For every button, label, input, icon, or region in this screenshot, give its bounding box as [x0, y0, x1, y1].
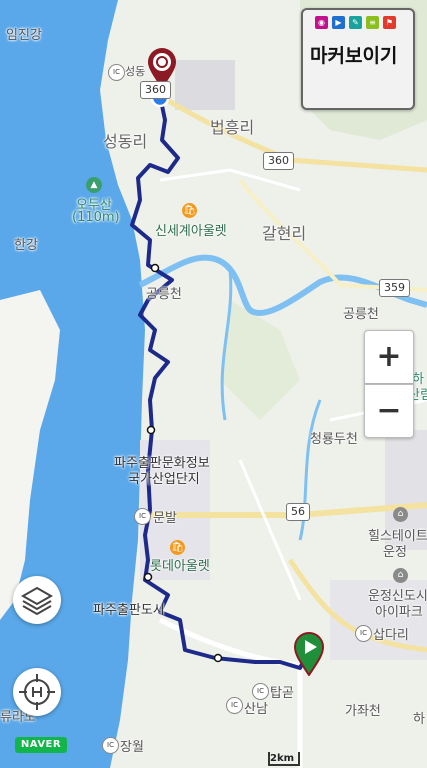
show-markers-label: 마커보이기 [310, 45, 398, 67]
label-gongneungcheon-1: 공릉천 [146, 287, 182, 302]
ic-sannam-icon: IC [226, 697, 243, 714]
label-ha-3: 하 [413, 712, 425, 727]
locate-button[interactable] [13, 668, 61, 716]
flag-marker-icon: ⚑ [383, 16, 396, 29]
label-gongneungcheon-2: 공릉천 [343, 307, 379, 322]
mountain-icon: ▲ [86, 177, 102, 193]
label-shinsegae: 신세계아울렛 [155, 224, 227, 239]
marker-toggle-panel[interactable]: ◉ ▶ ✎ ≡ ⚑ 마커보이기 [301, 8, 415, 110]
label-odusan-height: (110m) [72, 210, 120, 225]
camera-marker-icon: ◉ [315, 16, 328, 29]
label-galhyeonri: 갈현리 [262, 224, 307, 243]
label-beopheungri: 법흥리 [210, 118, 255, 137]
apartment-icon-1: ⌂ [393, 507, 408, 522]
shopping-poi-icon: 🛍 [182, 203, 197, 218]
lotte-poi-icon: 🛍 [170, 540, 185, 555]
road-shield-360b: 360 [263, 152, 294, 170]
note-marker-icon: ≡ [366, 16, 379, 29]
road-shield-360a: 360 [140, 81, 171, 99]
marker-type-icons: ◉ ▶ ✎ ≡ ⚑ [315, 16, 396, 29]
label-cheongryongducheon: 청룡두천 [310, 432, 358, 447]
label-paju-publishing: 파주출판도시 [93, 603, 165, 618]
label-imjingang: 임진강 [6, 28, 42, 43]
label-hangang: 한강 [14, 238, 38, 253]
label-seongdongri: 성동리 [103, 132, 148, 151]
zoom-in-button[interactable]: + [364, 330, 414, 384]
label-tapgol: 탑곧 [270, 686, 294, 701]
end-marker-icon[interactable] [293, 632, 325, 676]
layers-icon [20, 586, 54, 616]
layers-button[interactable] [13, 576, 61, 624]
map-canvas[interactable]: 임진강 IC 성동 성동리 법흥리 ▲ 오두산 (110m) 한강 🛍 신세계아… [0, 0, 427, 768]
zoom-out-button[interactable]: − [364, 384, 414, 438]
road-shield-359: 359 [379, 279, 410, 297]
label-seongdong-ic: 성동 [125, 65, 146, 78]
crosshair-icon [19, 674, 55, 710]
apartment-icon-2: ⌂ [393, 568, 408, 583]
ic-munbal-icon: IC [134, 508, 151, 525]
scale-label: 2km [270, 753, 295, 764]
road-shield-56: 56 [286, 503, 310, 521]
pin-marker-icon: ✎ [349, 16, 362, 29]
video-marker-icon: ▶ [332, 16, 345, 29]
label-jangwol: 장월 [120, 740, 144, 755]
label-unjeong-2: 아이파크 [375, 605, 423, 620]
label-hillstate-2: 운정 [383, 545, 407, 560]
naver-logo: NAVER [15, 737, 67, 753]
label-munbal: 문발 [153, 511, 177, 526]
ic-seongdong-icon: IC [108, 64, 125, 81]
label-paju-culture-2: 국가산업단지 [128, 472, 200, 487]
ic-sapdari-icon: IC [355, 625, 372, 642]
label-lotte: 롯데아울렛 [150, 559, 210, 574]
ic-jangwol-icon: IC [102, 737, 119, 754]
label-sannam: 산남 [244, 702, 268, 717]
label-gajwacheon: 가좌천 [345, 704, 381, 719]
label-sapdari: 삽다리 [373, 628, 409, 643]
